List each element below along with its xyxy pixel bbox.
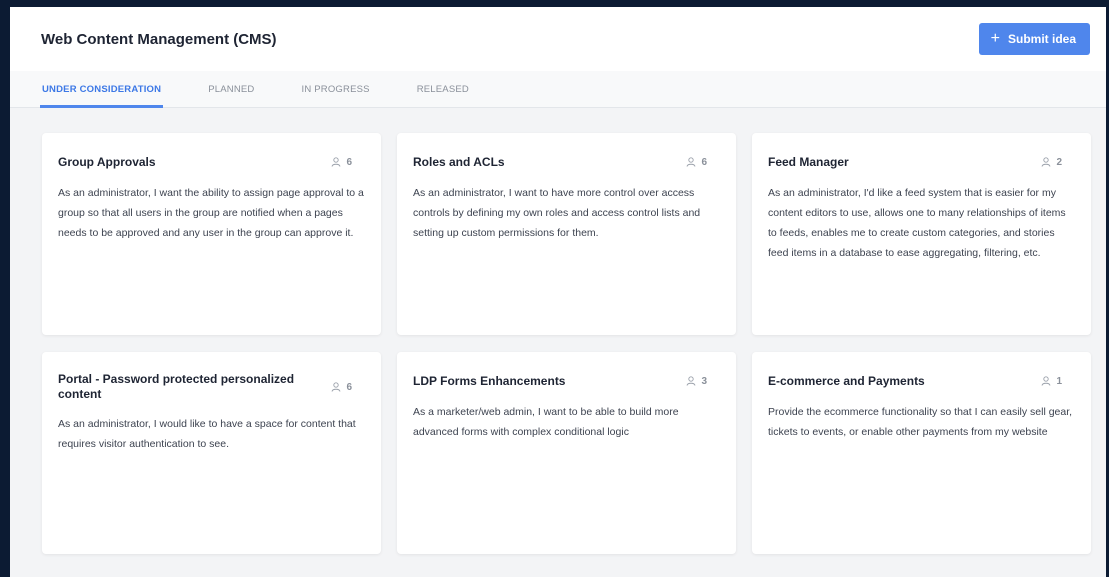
- vote-number: 1: [1056, 375, 1062, 387]
- user-icon: [1041, 157, 1051, 167]
- idea-card[interactable]: Feed Manager 2 As an administrator, I'd …: [752, 133, 1091, 335]
- idea-title: E-commerce and Payments: [768, 373, 925, 388]
- idea-title: Roles and ACLs: [413, 154, 505, 169]
- user-icon: [686, 376, 696, 386]
- idea-title: Portal - Password protected personalized…: [58, 372, 295, 401]
- submit-idea-button[interactable]: + Submit idea: [978, 23, 1090, 55]
- idea-description: Provide the ecommerce functionality so t…: [768, 406, 1073, 438]
- idea-description: As an administrator, I'd like a feed sys…: [768, 187, 1066, 259]
- idea-description: As an administrator, I would like to hav…: [58, 418, 356, 450]
- idea-card[interactable]: E-commerce and Payments 1 Provide the ec…: [752, 352, 1091, 554]
- plus-icon: +: [990, 30, 1000, 47]
- idea-title: Group Approvals: [58, 154, 156, 169]
- vote-number: 6: [346, 156, 352, 168]
- tab-in-progress[interactable]: IN PROGRESS: [302, 71, 370, 107]
- header: Web Content Management (CMS) + Submit id…: [10, 7, 1106, 71]
- vote-count: 6: [331, 157, 352, 168]
- vote-count: 3: [686, 376, 707, 387]
- ideas-grid: Group Approvals 6 As an administrator, I…: [42, 133, 1091, 554]
- page-title: Web Content Management (CMS): [41, 30, 277, 48]
- idea-card[interactable]: LDP Forms Enhancements 3 As a marketer/w…: [397, 352, 736, 554]
- idea-description: As an administrator, I want to have more…: [413, 187, 701, 239]
- idea-card[interactable]: Portal - Password protected personalized…: [42, 352, 381, 554]
- user-icon: [686, 157, 696, 167]
- user-icon: [331, 382, 341, 392]
- tab-planned[interactable]: PLANNED: [208, 71, 254, 107]
- app-frame: Web Content Management (CMS) + Submit id…: [10, 7, 1106, 577]
- user-icon: [1041, 376, 1051, 386]
- vote-number: 3: [701, 375, 707, 387]
- submit-idea-label: Submit idea: [1007, 32, 1076, 46]
- idea-card[interactable]: Roles and ACLs 6 As an administrator, I …: [397, 133, 736, 335]
- vote-count: 6: [331, 382, 352, 393]
- vote-count: 6: [686, 157, 707, 168]
- idea-title: LDP Forms Enhancements: [413, 373, 566, 388]
- vote-number: 6: [701, 156, 707, 168]
- idea-description: As an administrator, I want the ability …: [58, 187, 364, 239]
- idea-description: As a marketer/web admin, I want to be ab…: [413, 406, 679, 438]
- idea-title: Feed Manager: [768, 154, 849, 169]
- vote-count: 2: [1041, 157, 1062, 168]
- vote-number: 2: [1056, 156, 1062, 168]
- tab-released[interactable]: RELEASED: [417, 71, 469, 107]
- idea-card[interactable]: Group Approvals 6 As an administrator, I…: [42, 133, 381, 335]
- tab-under-consideration[interactable]: UNDER CONSIDERATION: [39, 71, 164, 108]
- vote-count: 1: [1041, 376, 1062, 387]
- user-icon: [331, 157, 341, 167]
- vote-number: 6: [346, 381, 352, 393]
- status-tabs: UNDER CONSIDERATION PLANNED IN PROGRESS …: [10, 71, 1106, 108]
